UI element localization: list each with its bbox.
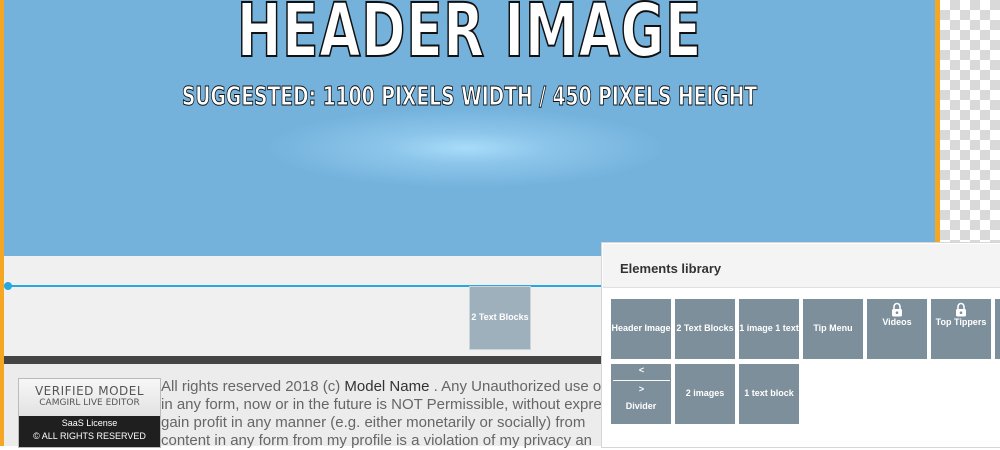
elements-library-title: Elements library <box>620 261 722 276</box>
badge-editor-text: CAMGIRL LIVE EDITOR <box>39 398 140 408</box>
library-tile-2-text-blocks[interactable]: 2 Text Blocks <box>675 299 735 359</box>
tile-label: Top Tippers <box>935 317 987 327</box>
library-tile-videos[interactable]: Videos <box>867 299 927 359</box>
library-tile-1-image-1-text[interactable]: 1 image 1 text <box>739 299 799 359</box>
footer-line-1: All rights reserved 2018 (c) Model Name … <box>161 378 621 396</box>
lock-icon <box>891 302 903 317</box>
library-tile-tip-menu[interactable]: Tip Menu <box>803 299 863 359</box>
footer-line-1-suffix: . Any Unauthorized use o <box>429 378 602 395</box>
library-tile-partial[interactable] <box>995 299 1000 359</box>
badge-verified-text: VERIFIED MODEL <box>34 384 145 398</box>
footer-prefix: All rights reserved 2018 (c) <box>161 378 345 395</box>
elements-library-panel: Elements library Header Image 2 Text Blo… <box>601 242 1000 448</box>
footer-line-4: content in any form from my profile is a… <box>161 432 593 449</box>
library-tile-header-image[interactable]: Header Image <box>611 299 671 359</box>
badge-rights-text: © ALL RIGHTS RESERVED <box>33 431 146 441</box>
library-tile-top-tippers[interactable]: Top Tippers <box>931 299 991 359</box>
footer-line-3: gain profit in any manner (e.g. either m… <box>161 414 586 431</box>
tile-label: 2 images <box>685 388 725 399</box>
header-image-subtitle: SUGGESTED: 1100 PIXELS WIDTH / 450 PIXEL… <box>181 82 758 112</box>
library-tile-divider[interactable]: <———————> Divider <box>611 364 671 424</box>
tile-label: Tip Menu <box>813 323 853 334</box>
footer-copyright-text: All rights reserved 2018 (c) Model Name … <box>161 378 621 450</box>
tile-label: Videos <box>882 317 912 327</box>
model-name: Model Name <box>344 378 430 395</box>
double-arrow-icon: <———————> <box>613 365 670 394</box>
tile-label: Divider <box>625 401 657 412</box>
library-tile-1-text-block[interactable]: 1 text block <box>739 364 799 424</box>
dragged-block-2-text-blocks[interactable]: 2 Text Blocks <box>469 286 531 350</box>
tile-label: 1 image 1 text <box>739 323 799 334</box>
elements-library-header[interactable]: Elements library <box>603 244 1000 288</box>
header-image-title: HEADER IMAGE <box>236 0 703 74</box>
tile-label: 2 Text Blocks <box>676 323 734 334</box>
badge-top: VERIFIED MODEL CAMGIRL LIVE EDITOR <box>19 379 160 416</box>
verified-model-badge: VERIFIED MODEL CAMGIRL LIVE EDITOR SaaS … <box>18 378 161 448</box>
badge-license-text: SaaS License <box>61 418 118 428</box>
lock-icon <box>955 302 967 317</box>
library-tile-2-images[interactable]: 2 images <box>675 364 735 424</box>
drop-indicator-dot <box>4 282 12 290</box>
badge-bottom: SaaS License © ALL RIGHTS RESERVED <box>19 416 160 447</box>
tile-label: Header Image <box>611 323 671 334</box>
footer-line-2: in any form, now or in the future is NOT… <box>161 396 610 413</box>
header-image-placeholder[interactable]: HEADER IMAGE SUGGESTED: 1100 PIXELS WIDT… <box>4 0 935 256</box>
tile-label: 1 text block <box>744 388 794 399</box>
